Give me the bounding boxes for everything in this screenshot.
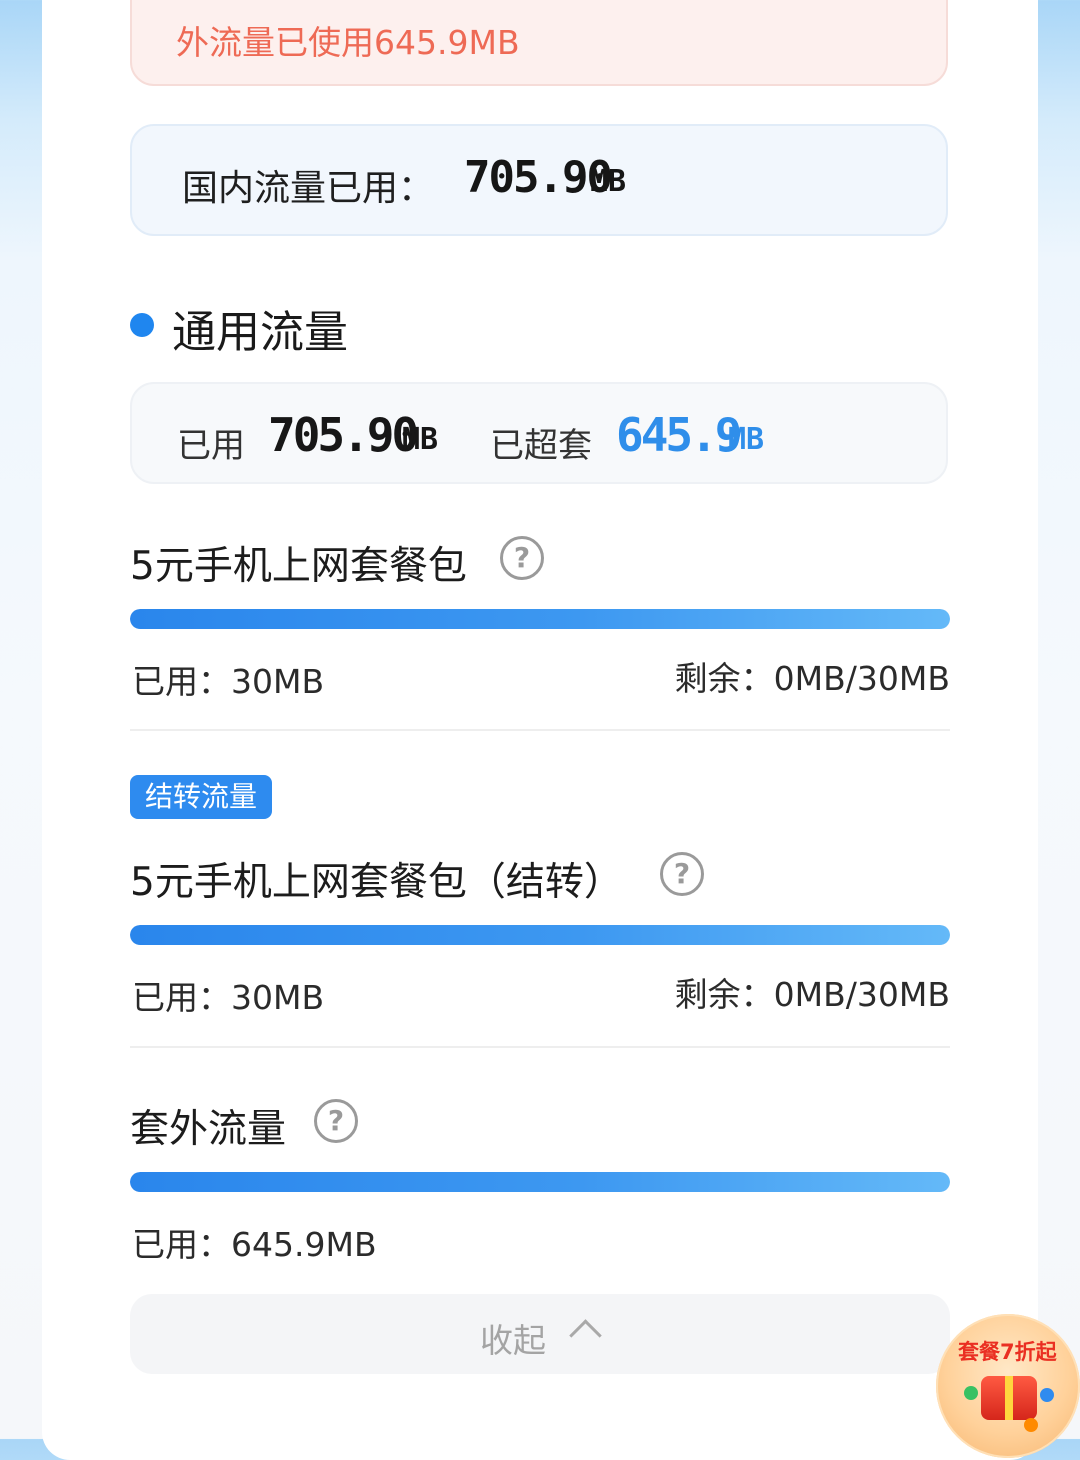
divider [130,1046,950,1048]
promo-label: 套餐7折起 [958,1340,1057,1364]
gift-icon [981,1376,1037,1420]
package-1-progress-bar [130,609,950,629]
section-title-general-traffic: 通用流量 [172,307,348,358]
decorative-dot-icon [1024,1418,1038,1432]
section-dot-icon [130,313,154,337]
collapse-button[interactable]: 收起 [130,1294,950,1374]
used-label: 已用 [177,426,245,466]
package-2-progress-fill [130,925,950,945]
package-2-used: 已用：30MB [132,978,325,1017]
package-3-progress-bar [130,1172,950,1192]
over-plan-label: 已超套 [490,426,592,466]
package-2-title: 5元手机上网套餐包（结转） [130,860,623,905]
over-plan-value: 645.9 [616,408,742,462]
domestic-usage-box: 国内流量已用： 705.90 MB [130,124,948,236]
package-3-used: 已用：645.9MB [132,1225,377,1264]
out-of-plan-usage-text: 外流量已使用645.9MB [176,23,520,62]
help-icon[interactable]: ? [314,1099,358,1143]
domestic-usage-label: 国内流量已用： [182,168,435,209]
used-unit: MB [402,422,439,457]
chevron-up-icon [569,1319,602,1352]
package-1-remaining: 剩余：0MB/30MB [674,659,950,698]
domestic-usage-unit: MB [590,164,627,199]
divider [130,729,950,731]
package-2-progress-bar [130,925,950,945]
alert-box: 外流量已使用645.9MB [130,0,948,86]
collapse-label: 收起 [480,1321,546,1360]
promo-badge[interactable]: 套餐7折起 [936,1314,1080,1458]
package-3-title: 套外流量 [130,1107,287,1152]
over-plan-unit: MB [728,422,765,457]
package-3-progress-fill [130,1172,950,1192]
general-usage-summary: 已用 705.90 MB 已超套 645.9 MB [130,382,948,484]
help-icon[interactable]: ? [500,536,544,580]
decorative-dot-icon [964,1386,978,1400]
used-value: 705.90 [268,408,419,462]
package-1-progress-fill [130,609,950,629]
package-2-remaining: 剩余：0MB/30MB [674,975,950,1014]
rollover-traffic-tag: 结转流量 [130,775,273,819]
domestic-usage-value: 705.90 [464,152,613,203]
help-icon[interactable]: ? [660,852,704,896]
package-1-used: 已用：30MB [132,662,325,701]
package-1-title: 5元手机上网套餐包 [130,544,467,589]
decorative-dot-icon [1040,1388,1054,1402]
